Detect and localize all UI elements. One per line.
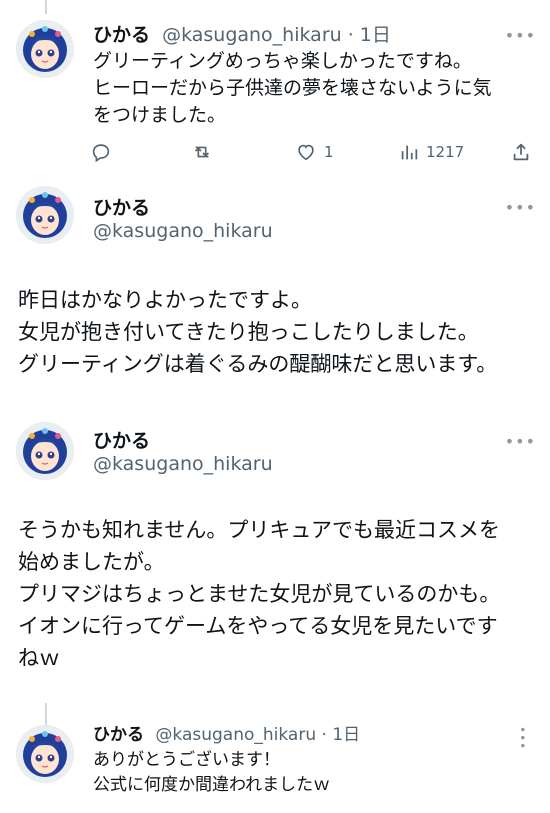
tweet-2[interactable]: ひかる @kasugano_hikaru ••• 昨日はかなりよかったですよ。 …: [0, 180, 550, 400]
user-handle[interactable]: @kasugano_hikaru: [162, 24, 342, 46]
heart-icon: [298, 144, 314, 161]
tweet-text: グリーティングめっちゃ楽しかったですね。 ヒーローだから子供達の夢を壊さないよう…: [93, 50, 492, 126]
retweet-button[interactable]: [190, 137, 214, 167]
avatar[interactable]: [16, 725, 74, 783]
user-handle[interactable]: @kasugano_hikaru: [155, 725, 316, 745]
tweet-header: ひかる @kasugano_hikaru · 1日: [93, 720, 360, 745]
tweet-header: ひかる @kasugano_hikaru · 1日: [93, 20, 391, 47]
tweet-text: ありがとうございます！ 公式に何度か間違われましたｗ: [93, 750, 331, 795]
retweet-icon: [194, 146, 210, 158]
action-bar: 1 1217: [90, 137, 540, 167]
share-icon: [513, 143, 529, 161]
avatar[interactable]: [16, 422, 74, 480]
display-name[interactable]: ひかる: [93, 24, 150, 46]
avatar[interactable]: [16, 186, 74, 244]
tweet-4[interactable]: ひかる @kasugano_hikaru · 1日 ••• ありがとうございます…: [0, 712, 550, 813]
more-icon[interactable]: •••: [505, 434, 536, 450]
more-icon[interactable]: •••: [505, 28, 536, 44]
views-icon: [401, 145, 418, 160]
tweet-text: 昨日はかなりよかったですよ。 女児が抱き付いてきたり抱っこしたりしました。 グリ…: [18, 288, 498, 376]
reply-button[interactable]: [90, 137, 112, 167]
views-count: 1217: [426, 143, 465, 161]
avatar[interactable]: [16, 20, 74, 78]
tweet-1[interactable]: ひかる @kasugano_hikaru · 1日 ••• グリーティングめっち…: [0, 0, 550, 180]
views-button[interactable]: 1217: [398, 137, 464, 167]
timestamp[interactable]: 1日: [360, 24, 391, 46]
separator: ·: [316, 725, 333, 745]
display-name[interactable]: ひかる: [93, 725, 144, 745]
display-name[interactable]: ひかる: [93, 193, 150, 220]
separator: ·: [341, 24, 360, 46]
user-handle[interactable]: @kasugano_hikaru: [93, 453, 273, 475]
more-icon[interactable]: •••: [505, 200, 536, 216]
user-handle[interactable]: @kasugano_hikaru: [93, 220, 273, 242]
tweet-3[interactable]: ひかる @kasugano_hikaru ••• そうかも知れません。プリキュア…: [0, 412, 550, 702]
like-count: 1: [324, 143, 334, 161]
more-icon[interactable]: •••: [515, 726, 529, 750]
display-name[interactable]: ひかる: [93, 426, 150, 453]
tweet-text: そうかも知れません。プリキュアでも最近コスメを 始めましたが。 プリマジはちょっ…: [18, 518, 501, 670]
share-button[interactable]: [510, 137, 532, 167]
like-button[interactable]: 1: [294, 137, 334, 167]
reply-icon: [92, 144, 110, 163]
timestamp[interactable]: 1日: [332, 725, 360, 745]
